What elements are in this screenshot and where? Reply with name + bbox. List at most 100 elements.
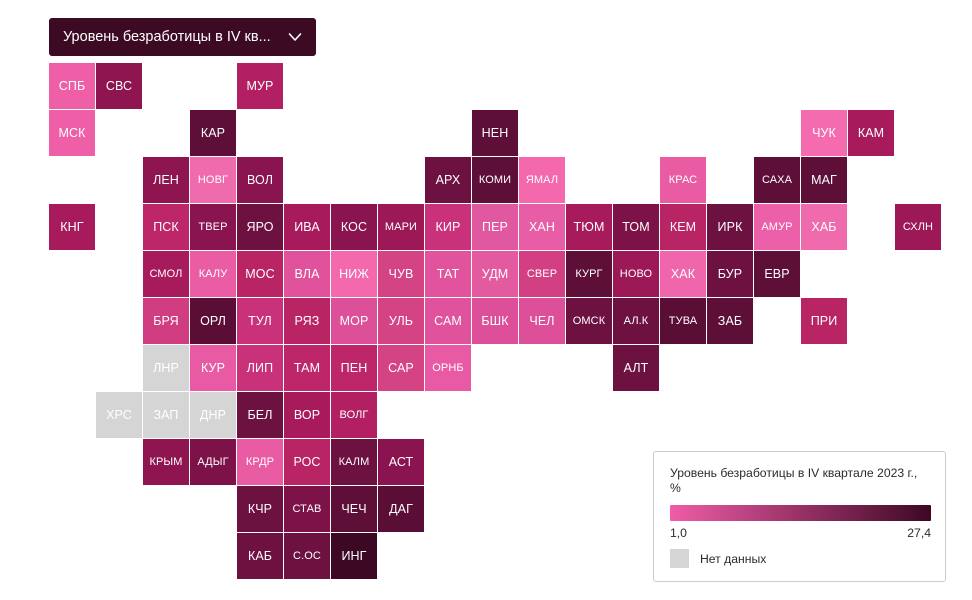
region-tile[interactable]: КРЫМ (143, 439, 189, 485)
region-tile[interactable]: ИНГ (331, 533, 377, 579)
region-tile[interactable]: КУРГ (566, 251, 612, 297)
region-tile[interactable]: ТУЛ (237, 298, 283, 344)
region-tile[interactable]: ИВА (284, 204, 330, 250)
region-tile[interactable]: КАЛМ (331, 439, 377, 485)
region-tile[interactable]: АДЫГ (190, 439, 236, 485)
region-tile[interactable]: ИРК (707, 204, 753, 250)
region-tile[interactable]: ТУВА (660, 298, 706, 344)
region-tile[interactable]: МАРИ (378, 204, 424, 250)
region-tile[interactable]: КУР (190, 345, 236, 391)
region-tile[interactable]: КОС (331, 204, 377, 250)
region-tile[interactable]: СМОЛ (143, 251, 189, 297)
region-tile-label: КРЫМ (149, 456, 183, 468)
region-tile[interactable]: НЕН (472, 110, 518, 156)
region-tile[interactable]: МУР (237, 63, 283, 109)
region-tile[interactable]: ЯМАЛ (519, 157, 565, 203)
region-tile[interactable]: ОРЛ (190, 298, 236, 344)
region-tile[interactable]: КЕМ (660, 204, 706, 250)
region-tile[interactable]: СВЕР (519, 251, 565, 297)
region-tile[interactable]: ЛИП (237, 345, 283, 391)
region-tile[interactable]: САМ (425, 298, 471, 344)
region-tile-label: НИЖ (339, 267, 369, 281)
region-tile[interactable]: САР (378, 345, 424, 391)
region-tile[interactable]: ТОМ (613, 204, 659, 250)
region-tile-label: КРАС (668, 174, 698, 186)
region-tile[interactable]: БШК (472, 298, 518, 344)
region-tile[interactable]: САХА (754, 157, 800, 203)
region-tile[interactable]: С.ОС (284, 533, 330, 579)
region-tile-label: КИР (435, 220, 461, 234)
region-tile[interactable]: ПСК (143, 204, 189, 250)
region-tile[interactable]: ЯРО (237, 204, 283, 250)
region-tile[interactable]: ЗАП (143, 392, 189, 438)
region-tile[interactable]: АЛТ (613, 345, 659, 391)
region-tile[interactable]: КРДР (237, 439, 283, 485)
region-tile-label: МСК (58, 126, 86, 140)
region-tile[interactable]: СВС (96, 63, 142, 109)
region-tile[interactable]: ВОР (284, 392, 330, 438)
region-tile[interactable]: ПРИ (801, 298, 847, 344)
region-tile[interactable]: ПЕР (472, 204, 518, 250)
region-tile[interactable]: БРЯ (143, 298, 189, 344)
region-tile[interactable]: ВЛА (284, 251, 330, 297)
region-tile[interactable]: ВОЛ (237, 157, 283, 203)
region-tile[interactable]: КРАС (660, 157, 706, 203)
region-tile[interactable]: ХАН (519, 204, 565, 250)
region-tile[interactable]: КАБ (237, 533, 283, 579)
region-tile[interactable]: СХЛН (895, 204, 941, 250)
region-tile[interactable]: ЧУВ (378, 251, 424, 297)
region-tile[interactable]: ЧЕЛ (519, 298, 565, 344)
region-tile[interactable]: АРХ (425, 157, 471, 203)
region-tile[interactable]: МОР (331, 298, 377, 344)
region-tile-label: БШК (481, 314, 509, 328)
region-tile[interactable]: ТВЕР (190, 204, 236, 250)
region-tile[interactable]: ОРНБ (425, 345, 471, 391)
region-tile-label: ВОЛГ (339, 409, 369, 421)
region-tile[interactable]: БЕЛ (237, 392, 283, 438)
region-tile[interactable]: СТАВ (284, 486, 330, 532)
region-tile[interactable]: ЛНР (143, 345, 189, 391)
region-tile[interactable]: НОВГ (190, 157, 236, 203)
region-tile[interactable]: ЧУК (801, 110, 847, 156)
region-tile[interactable]: КЧР (237, 486, 283, 532)
region-tile[interactable]: УЛЬ (378, 298, 424, 344)
region-tile[interactable]: ТАМ (284, 345, 330, 391)
region-tile[interactable]: ТЮМ (566, 204, 612, 250)
region-tile[interactable]: КАЛУ (190, 251, 236, 297)
region-tile[interactable]: МСК (49, 110, 95, 156)
region-tile[interactable]: КОМИ (472, 157, 518, 203)
region-tile[interactable]: ЗАБ (707, 298, 753, 344)
region-tile-label: ЧЕЧ (341, 502, 367, 516)
region-tile[interactable]: НИЖ (331, 251, 377, 297)
region-tile[interactable]: КАР (190, 110, 236, 156)
region-tile-label: УЛЬ (388, 314, 414, 328)
region-tile[interactable]: ЛЕН (143, 157, 189, 203)
region-tile[interactable]: ЧЕЧ (331, 486, 377, 532)
region-tile[interactable]: КНГ (49, 204, 95, 250)
region-tile[interactable]: ЕВР (754, 251, 800, 297)
region-tile[interactable]: АМУР (754, 204, 800, 250)
region-tile[interactable]: КИР (425, 204, 471, 250)
region-tile[interactable]: УДМ (472, 251, 518, 297)
region-tile[interactable]: БУР (707, 251, 753, 297)
region-tile[interactable]: ХРС (96, 392, 142, 438)
region-tile[interactable]: ОМСК (566, 298, 612, 344)
region-tile-label: КЧР (247, 502, 273, 516)
region-tile[interactable]: НОВО (613, 251, 659, 297)
region-tile[interactable]: ДНР (190, 392, 236, 438)
region-tile[interactable]: КАМ (848, 110, 894, 156)
region-tile[interactable]: СПБ (49, 63, 95, 109)
region-tile[interactable]: АЛ.К (613, 298, 659, 344)
region-tile[interactable]: ДАГ (378, 486, 424, 532)
region-tile[interactable]: РЯЗ (284, 298, 330, 344)
region-tile[interactable]: МОС (237, 251, 283, 297)
region-tile[interactable]: МАГ (801, 157, 847, 203)
region-tile-label: ЧЕЛ (529, 314, 555, 328)
region-tile[interactable]: ТАТ (425, 251, 471, 297)
region-tile[interactable]: ХАК (660, 251, 706, 297)
region-tile[interactable]: ХАБ (801, 204, 847, 250)
region-tile[interactable]: ВОЛГ (331, 392, 377, 438)
region-tile[interactable]: АСТ (378, 439, 424, 485)
region-tile[interactable]: ПЕН (331, 345, 377, 391)
region-tile[interactable]: РОС (284, 439, 330, 485)
